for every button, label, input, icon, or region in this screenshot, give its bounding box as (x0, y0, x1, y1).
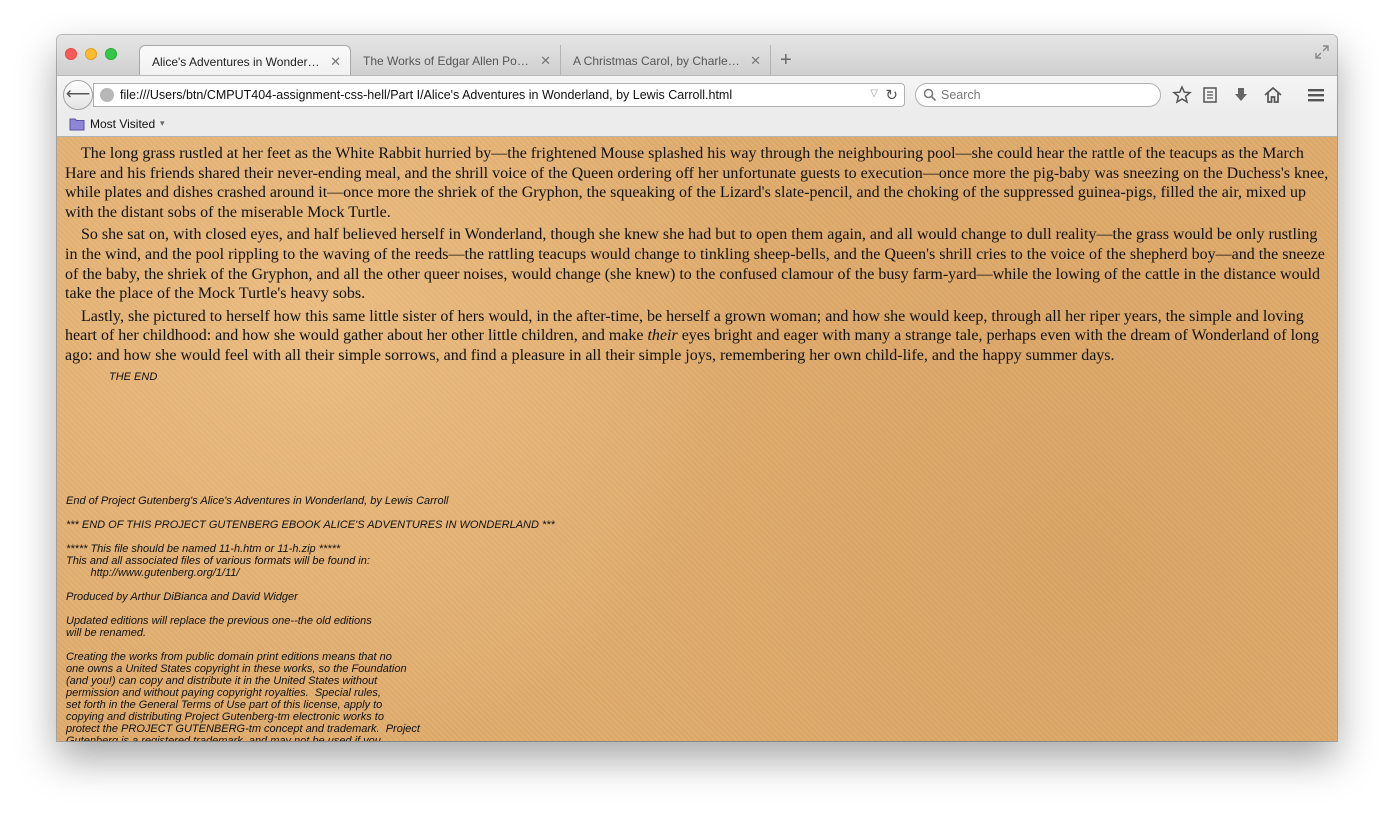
url-dropdown-icon[interactable]: ▽ (870, 88, 878, 99)
search-input[interactable]: Search (915, 83, 1161, 107)
url-text: file:///Users/btn/CMPUT404-assignment-cs… (120, 88, 733, 102)
minimize-window-icon[interactable] (85, 48, 97, 60)
book-text: The long grass rustled at her feet as th… (65, 144, 1331, 369)
tab-poe[interactable]: The Works of Edgar Allen Poe,… ✕ (351, 45, 561, 75)
footer-line: Creating the works from public domain pr… (66, 651, 392, 663)
globe-icon (100, 88, 114, 102)
footer-line: Gutenberg is a registered trademark, and… (66, 735, 381, 741)
footer-line (66, 603, 666, 615)
reading-list-icon[interactable] (1200, 85, 1220, 105)
tab-close-icon[interactable]: ✕ (330, 54, 341, 70)
footer-line: Updated editions will replace the previo… (66, 615, 372, 627)
footer-line (66, 579, 666, 591)
footer-line: *** END OF THIS PROJECT GUTENBERG EBOOK … (66, 519, 555, 531)
paragraph: So she sat on, with closed eyes, and hal… (65, 226, 1325, 303)
paragraph: The long grass rustled at her feet as th… (65, 145, 1329, 221)
search-placeholder: Search (941, 88, 981, 102)
bookmark-star-icon[interactable] (1172, 85, 1192, 105)
the-end-heading: THE END (109, 371, 158, 383)
tab-close-icon[interactable]: ✕ (540, 53, 551, 69)
footer-line: will be renamed. (66, 627, 147, 639)
page-content: The long grass rustled at her feet as th… (57, 137, 1337, 741)
back-arrow-icon: ⟵ (65, 84, 91, 103)
tab-bar: Alice's Adventures in Wonderl… ✕ The Wor… (57, 35, 1337, 75)
tab-title: The Works of Edgar Allen Poe,… (363, 54, 533, 68)
reload-icon[interactable]: ↻ (885, 86, 898, 104)
zoom-window-icon[interactable] (105, 48, 117, 60)
chevron-down-icon[interactable]: ▾ (160, 118, 165, 129)
footer-line: protect the PROJECT GUTENBERG-tm concept… (66, 723, 420, 735)
close-window-icon[interactable] (65, 48, 77, 60)
footer-line: End of Project Gutenberg's Alice's Adven… (66, 495, 449, 507)
tab-title: Alice's Adventures in Wonderl… (152, 55, 322, 69)
url-bar[interactable]: file:///Users/btn/CMPUT404-assignment-cs… (93, 83, 905, 107)
gutenberg-footer: End of Project Gutenberg's Alice's Adven… (66, 495, 666, 741)
most-visited-button[interactable]: Most Visited (90, 117, 155, 131)
footer-line: Produced by Arthur DiBianca and David Wi… (66, 591, 298, 603)
browser-window: Alice's Adventures in Wonderl… ✕ The Wor… (57, 35, 1337, 741)
footer-line (66, 507, 666, 519)
footer-line: copying and distributing Project Gutenbe… (66, 711, 384, 723)
bookmarks-toolbar: Most Visited ▾ (57, 113, 1337, 137)
bookmark-folder-icon (69, 118, 85, 131)
footer-line: permission and without paying copyright … (66, 687, 381, 699)
tab-christmas-carol[interactable]: A Christmas Carol, by Charles … ✕ (561, 45, 771, 75)
tab-title: A Christmas Carol, by Charles … (573, 54, 743, 68)
footer-line: This and all associated files of various… (66, 555, 370, 567)
footer-line: one owns a United States copyright in th… (66, 663, 407, 675)
footer-line (66, 531, 666, 543)
tab-close-icon[interactable]: ✕ (750, 53, 761, 69)
footer-line: ***** This file should be named 11-h.htm… (66, 543, 341, 555)
footer-line (66, 639, 666, 651)
tab-alice[interactable]: Alice's Adventures in Wonderl… ✕ (139, 45, 351, 75)
footer-line: set forth in the General Terms of Use pa… (66, 699, 383, 711)
home-icon[interactable] (1263, 85, 1283, 105)
emphasized-word: their (647, 327, 678, 345)
search-icon (923, 88, 937, 102)
navigation-bar: ⟵ file:///Users/btn/CMPUT404-assignment-… (57, 75, 1337, 114)
footer-line: (and you!) can copy and distribute it in… (66, 675, 378, 687)
fullscreen-icon[interactable] (1315, 45, 1329, 59)
download-icon[interactable] (1231, 85, 1251, 105)
back-button[interactable]: ⟵ (63, 80, 93, 110)
footer-line: http://www.gutenberg.org/1/11/ (66, 567, 240, 579)
paragraph: Lastly, she pictured to herself how this… (65, 307, 1331, 366)
menu-icon[interactable] (1306, 85, 1326, 105)
new-tab-button[interactable]: + (780, 49, 792, 72)
